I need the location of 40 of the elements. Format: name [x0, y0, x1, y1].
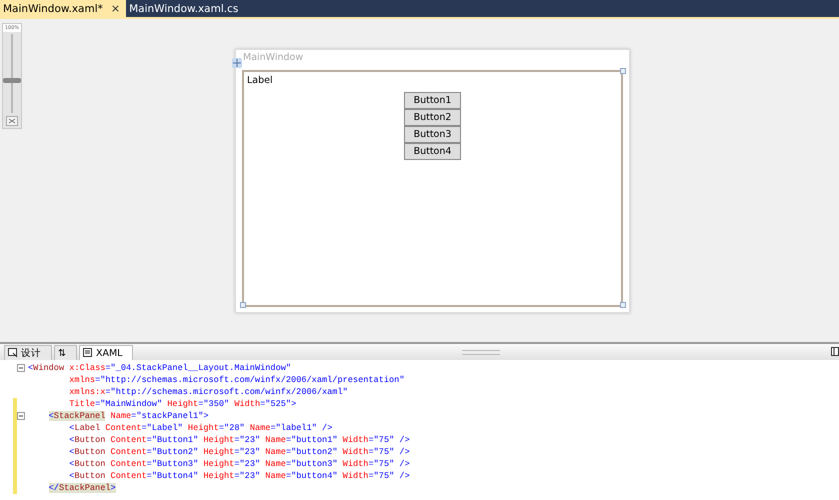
tab-label: 设计 — [21, 346, 41, 360]
code-line: xmlns="http://schemas.microsoft.com/winfx/2006/xaml/presentation" — [68, 374, 404, 386]
slider-thumb[interactable] — [3, 78, 21, 84]
code-line: xmlns:x="http://schemas.microsoft.com/winfx/2006/xaml" — [68, 386, 348, 398]
preview-button[interactable]: Button3 — [404, 126, 461, 143]
close-icon[interactable]: × — [108, 2, 122, 15]
move-icon[interactable] — [232, 58, 242, 68]
code-line: <Window x:Class="_04.StackPanel__Layout.MainWindow" — [28, 362, 292, 374]
code-line: <Button Content="Button3" Height="23" Name="button3" Width="75" /> — [68, 458, 410, 470]
window-title: MainWindow — [243, 52, 304, 63]
code-line: <StackPanel Name="stackPanel1"> — [48, 410, 209, 422]
design-view-icon — [8, 348, 18, 358]
code-line: Title="MainWindow" Height="350" Width="525"> — [68, 398, 296, 410]
view-tab[interactable]: XAML — [78, 345, 134, 360]
view-tab[interactable]: ⇅ — [54, 345, 77, 360]
collapse-icon[interactable] — [17, 364, 25, 372]
tab-label: MainWindow.xaml* — [3, 2, 103, 14]
resize-handle[interactable] — [620, 68, 626, 74]
tab-label: MainWindow.xaml.cs — [129, 2, 238, 14]
xaml-view-icon — [82, 348, 93, 358]
collapse-icon[interactable] — [17, 412, 25, 420]
preview-button[interactable]: Button2 — [404, 109, 461, 126]
resize-handle[interactable] — [240, 302, 246, 308]
view-tab[interactable]: 设计 — [4, 345, 52, 360]
code-line: </StackPanel> — [48, 482, 116, 494]
preview-button[interactable]: Button4 — [404, 143, 461, 160]
document-tab[interactable]: MainWindow.xaml* × — [0, 0, 126, 17]
code-line: <Button Content="Button2" Height="23" Name="button2" Width="75" /> — [68, 446, 410, 458]
splitter-grip[interactable] — [462, 350, 500, 355]
tab-label: XAML — [96, 348, 122, 358]
document-tab[interactable]: MainWindow.xaml.cs — [126, 0, 242, 17]
split-toggle-icon[interactable] — [831, 347, 839, 356]
tab-label: ⇅ — [58, 348, 66, 358]
preview-button[interactable]: Button1 — [404, 92, 461, 109]
code-line: <Label Content="Label" Height="28" Name="label1" /> — [68, 422, 332, 434]
label-text: Label — [246, 74, 274, 88]
code-line: <Button Content="Button1" Height="23" Name="button1" Width="75" /> — [68, 434, 410, 446]
fit-icon[interactable] — [6, 116, 18, 126]
code-line: <Button Content="Button4" Height="23" Name="button4" Width="75" /> — [68, 470, 410, 482]
resize-handle[interactable] — [620, 302, 626, 308]
